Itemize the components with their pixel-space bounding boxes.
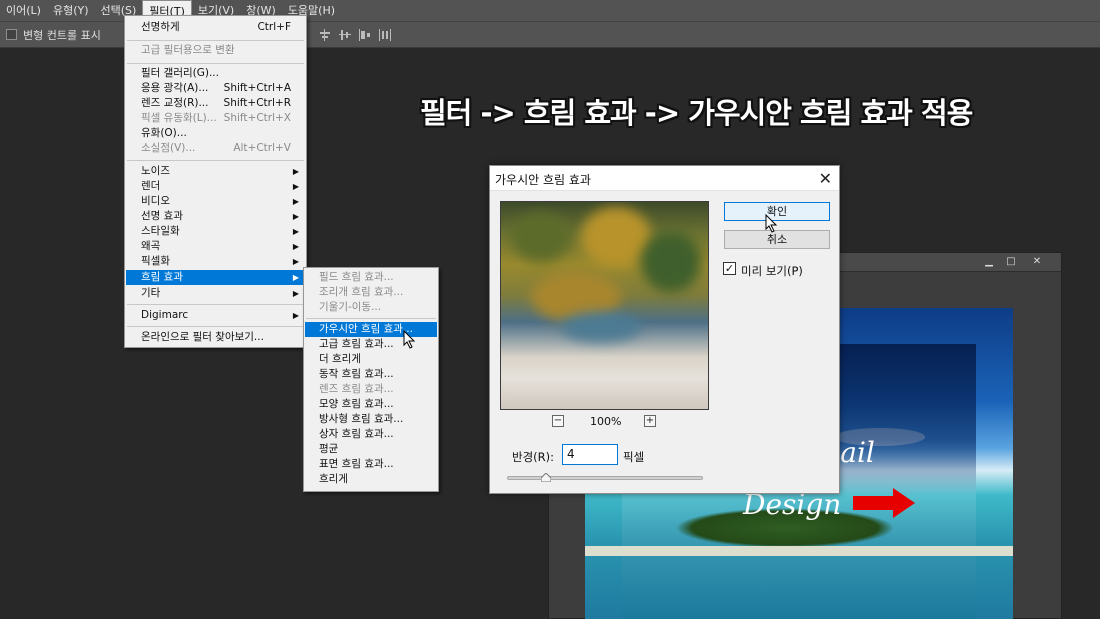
submenu-arrow-icon: ▶ [292,227,299,236]
menu-item-other[interactable]: 기타 ▶ [126,286,305,301]
submenu-arrow-icon: ▶ [292,273,299,282]
menu-item-render[interactable]: 렌더 ▶ [126,179,305,194]
maximize-icon[interactable]: □ [1001,255,1021,269]
submenu-arrow-icon: ▶ [292,167,299,176]
submenu-item-box-blur[interactable]: 상자 흐림 효과... [305,427,437,442]
submenu-item-radial-blur[interactable]: 방사형 흐림 효과... [305,412,437,427]
preview-image[interactable] [500,201,709,410]
submenu-item-iris-blur[interactable]: 조리개 흐림 효과... [305,285,437,300]
submenu-arrow-icon: ▶ [292,212,299,221]
close-icon[interactable]: ✕ [819,169,832,188]
overlay-title: 필터 -> 흐림 효과 -> 가우시안 흐림 효과 적용 [420,96,973,130]
menu-item-adaptive-wide-angle[interactable]: 응용 광각(A)... Shift+Ctrl+A [126,81,305,96]
menu-item-vanishing-point[interactable]: 소실점(V)... Alt+Ctrl+V [126,141,305,156]
zoom-in-button[interactable]: + [644,415,656,427]
dialog-title: 가우시안 흐림 효과 [495,173,591,187]
dialog-titlebar: 가우시안 흐림 효과 ✕ [490,166,839,191]
submenu-arrow-icon: ▶ [292,289,299,298]
submenu-item-gaussian-blur[interactable]: 가우시안 흐림 효과... [305,322,437,337]
radius-slider-thumb[interactable] [541,473,552,482]
radius-unit-label: 픽셀 [623,450,645,464]
submenu-item-smart-blur[interactable]: 고급 흐림 효과... [305,337,437,352]
minimize-icon[interactable]: ▁ [979,255,999,269]
mouse-cursor-icon [403,330,416,349]
align-vcenter-icon[interactable] [338,28,352,42]
submenu-item-field-blur[interactable]: 필드 흐림 효과... [305,270,437,285]
submenu-item-lens-blur[interactable]: 렌즈 흐림 효과... [305,382,437,397]
zoom-out-button[interactable]: − [552,415,564,427]
menu-item-browse-filters-online[interactable]: 온라인으로 필터 찾아보기... [126,330,305,345]
close-icon[interactable]: ✕ [1027,255,1047,269]
menu-item-stylize[interactable]: 스타일화 ▶ [126,224,305,239]
menu-item-noise[interactable]: 노이즈 ▶ [126,164,305,179]
align-left-icon[interactable] [358,28,372,42]
menu-item-distort[interactable]: 왜곡 ▶ [126,239,305,254]
submenu-arrow-icon: ▶ [292,242,299,251]
red-arrow-icon [853,488,915,518]
show-transform-controls-label: 변형 컨트롤 표시 [23,28,101,42]
align-hcenter-icon[interactable] [318,28,332,42]
menu-layer[interactable]: 이어(L) [0,0,47,21]
submenu-item-surface-blur[interactable]: 표면 흐림 효과... [305,457,437,472]
menu-item-video[interactable]: 비디오 ▶ [126,194,305,209]
zoom-controls: − 100% + [552,415,662,429]
radius-label: 반경(R): [512,450,554,464]
submenu-arrow-icon: ▶ [292,182,299,191]
menu-item-filter-gallery[interactable]: 필터 갤러리(G)... [126,66,305,81]
menu-item-blur[interactable]: 흐림 효과 ▶ [126,270,305,285]
submenu-arrow-icon: ▶ [292,197,299,206]
filter-menu: 선명하게 Ctrl+F 고급 필터용으로 변환 필터 갤러리(G)... 응용 광… [124,15,307,348]
radius-slider[interactable] [507,476,703,480]
preview-label: 미리 보기(P) [741,264,803,278]
submenu-item-tilt-shift[interactable]: 기울기-이동... [305,300,437,315]
submenu-item-blur[interactable]: 흐리게 [305,472,437,487]
menu-item-liquify[interactable]: 픽셀 유동화(L)... Shift+Ctrl+X [126,111,305,126]
blur-submenu: 필드 흐림 효과... 조리개 흐림 효과... 기울기-이동... 가우시안 … [303,267,439,492]
menu-item-lens-correction[interactable]: 렌즈 교정(R)... Shift+Ctrl+R [126,96,305,111]
align-icons-group [318,28,392,42]
menu-item-convert-smart-filter[interactable]: 고급 필터용으로 변환 [126,43,305,58]
mouse-cursor-icon [765,214,778,233]
submenu-item-average[interactable]: 평균 [305,442,437,457]
menu-item-sharpen[interactable]: 선명하게 Ctrl+F [126,20,305,35]
menu-item-digimarc[interactable]: Digimarc ▶ [126,308,305,323]
submenu-item-blur-more[interactable]: 더 흐리게 [305,352,437,367]
menu-type[interactable]: 유형(Y) [47,0,95,21]
show-transform-controls-checkbox[interactable] [6,29,17,40]
zoom-value: 100% [590,415,622,428]
menu-item-pixelate[interactable]: 픽셀화 ▶ [126,254,305,269]
distribute-icon[interactable] [378,28,392,42]
submenu-item-motion-blur[interactable]: 동작 흐림 효과... [305,367,437,382]
preview-checkbox[interactable]: ✓ [723,262,736,275]
gaussian-blur-dialog: 가우시안 흐림 효과 ✕ − 100% + 반경(R): 4 픽셀 확인 취소 … [489,165,840,494]
radius-input[interactable]: 4 [562,444,618,465]
menu-item-sharpen-effects[interactable]: 선명 효과 ▶ [126,209,305,224]
menu-item-oil-paint[interactable]: 유화(O)... [126,126,305,141]
submenu-item-shape-blur[interactable]: 모양 흐림 효과... [305,397,437,412]
submenu-arrow-icon: ▶ [292,257,299,266]
submenu-arrow-icon: ▶ [292,311,299,320]
